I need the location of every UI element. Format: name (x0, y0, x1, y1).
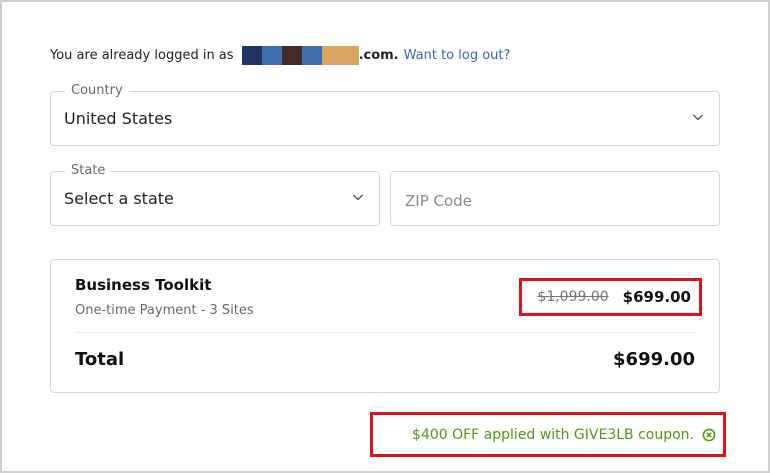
state-value: Select a state (64, 189, 174, 208)
redaction-block (261, 46, 282, 65)
product-name: Business Toolkit (75, 276, 212, 294)
remove-coupon-icon[interactable] (702, 428, 716, 442)
country-label: Country (65, 83, 129, 98)
divider (75, 332, 695, 333)
country-select[interactable]: Country United States (50, 83, 720, 146)
redaction-block (241, 46, 262, 65)
state-select[interactable]: State Select a state (50, 163, 380, 226)
coupon-message: $400 OFF applied with GIVE3LB coupon. (412, 426, 694, 443)
state-label: State (65, 163, 112, 178)
total-value: $699.00 (613, 349, 695, 370)
redaction-block (301, 46, 322, 65)
original-price: $1,099.00 (537, 289, 609, 305)
chevron-down-icon (353, 194, 363, 201)
discounted-price: $699.00 (622, 288, 691, 306)
email-domain-suffix: .com. (358, 48, 399, 63)
logout-link[interactable]: Want to log out? (404, 48, 511, 63)
price-highlight: $1,099.00 $699.00 (519, 278, 702, 316)
chevron-down-icon (693, 114, 703, 121)
redacted-email (241, 46, 359, 65)
redaction-block (321, 46, 359, 65)
zip-code-input[interactable]: ZIP Code (390, 171, 720, 226)
country-value: United States (64, 109, 173, 128)
zip-code-placeholder: ZIP Code (405, 192, 472, 210)
redaction-block (281, 46, 302, 65)
total-label: Total (75, 349, 125, 370)
screenshot-frame (0, 0, 770, 473)
login-prefix: You are already logged in as (50, 48, 234, 63)
product-description: One-time Payment - 3 Sites (75, 303, 254, 318)
login-notice: You are already logged in as .com. Want … (50, 46, 510, 65)
coupon-applied-banner: $400 OFF applied with GIVE3LB coupon. (370, 412, 726, 457)
order-summary: Business Toolkit One-time Payment - 3 Si… (50, 259, 720, 393)
